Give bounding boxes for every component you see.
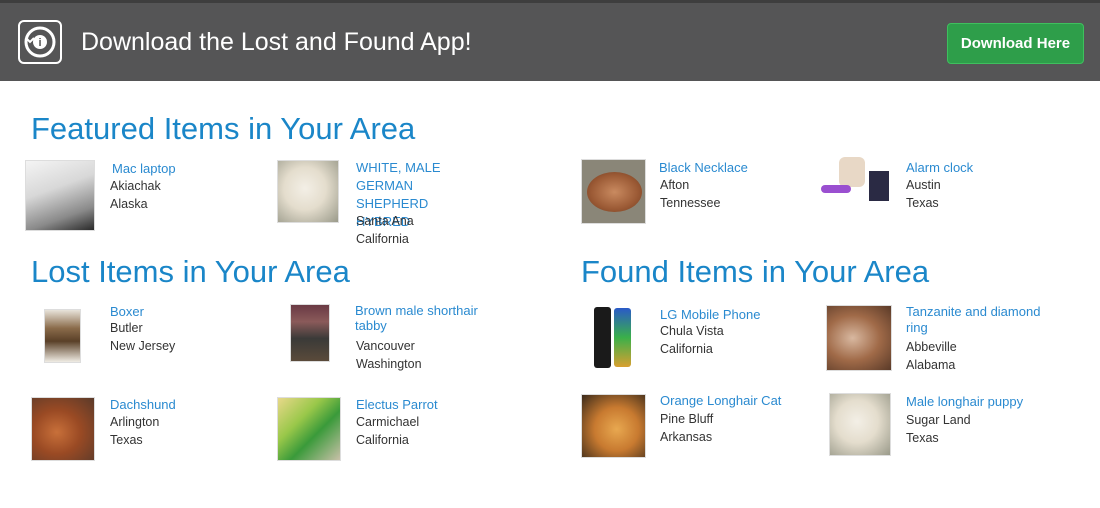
item-city: Akiachak [110, 179, 161, 193]
item-name-link[interactable]: Dachshund [110, 396, 260, 413]
download-app-button[interactable]: Download Here [947, 23, 1084, 64]
item-name-link[interactable]: Black Necklace [659, 159, 809, 176]
item-photo[interactable] [31, 397, 95, 461]
item-city: Afton [660, 178, 690, 192]
item-state: California [356, 232, 409, 246]
item-name-link[interactable]: Brown male shorthair tabby [355, 303, 490, 333]
item-city: Sugar Land [906, 413, 971, 427]
banner-title: Download the Lost and Found App! [81, 28, 472, 56]
item-photo[interactable] [581, 159, 646, 224]
item-city: Abbeville [906, 340, 957, 354]
item-city: Carmichael [356, 415, 420, 429]
item-name-link[interactable]: Orange Longhair Cat [660, 392, 810, 409]
item-photo[interactable] [826, 305, 892, 371]
item-state: Alaska [110, 197, 148, 211]
item-photo[interactable] [817, 155, 892, 219]
item-state: Texas [906, 196, 939, 210]
item-city: Pine Bluff [660, 412, 714, 426]
found-section-title: Found Items in Your Area [581, 254, 930, 289]
app-banner: i Download the Lost and Found App! Downl… [0, 0, 1100, 81]
item-photo[interactable] [290, 304, 330, 362]
item-photo[interactable] [277, 397, 341, 461]
item-state: Alabama [906, 358, 956, 372]
item-state: Texas [906, 431, 939, 445]
item-state: Texas [110, 433, 143, 447]
app-logo-icon: i [18, 20, 62, 64]
item-city: Arlington [110, 415, 160, 429]
item-state: New Jersey [110, 339, 176, 353]
item-city: Vancouver [356, 339, 415, 353]
item-photo[interactable] [581, 306, 633, 370]
item-photo[interactable] [581, 394, 646, 458]
item-name-link[interactable]: Tanzanite and diamond ring [906, 304, 1056, 336]
item-photo[interactable] [277, 160, 339, 223]
lost-section-title: Lost Items in Your Area [31, 254, 350, 289]
item-name-link[interactable]: Male longhair puppy [906, 393, 1056, 410]
item-name-link[interactable]: Electus Parrot [356, 396, 506, 413]
item-name-link[interactable]: Boxer [110, 303, 260, 320]
item-photo[interactable] [25, 160, 95, 231]
item-city: Santa Ana [356, 214, 414, 228]
item-city: Austin [906, 178, 941, 192]
item-state: Arkansas [660, 430, 713, 444]
item-state: Tennessee [660, 196, 721, 210]
item-state: Washington [356, 357, 422, 371]
item-photo[interactable] [44, 309, 81, 363]
item-photo[interactable] [829, 393, 891, 456]
item-city: Butler [110, 321, 143, 335]
item-city: Chula Vista [660, 324, 724, 338]
svg-text:i: i [38, 37, 41, 49]
item-name-link[interactable]: LG Mobile Phone [660, 306, 810, 323]
featured-section-title: Featured Items in Your Area [31, 111, 416, 146]
item-name-link[interactable]: Mac laptop [112, 160, 262, 177]
item-state: California [356, 433, 409, 447]
item-state: California [660, 342, 713, 356]
item-name-link[interactable]: Alarm clock [906, 159, 1056, 176]
